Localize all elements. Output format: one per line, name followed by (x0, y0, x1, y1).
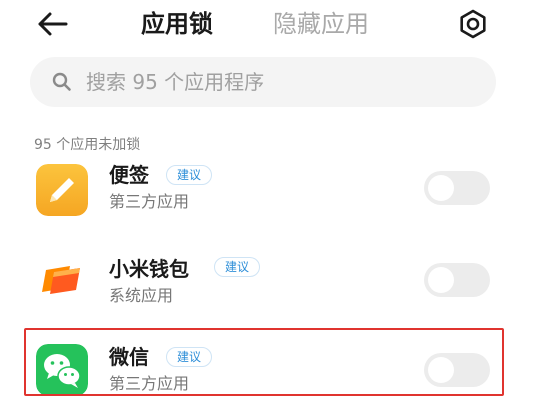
app-lock-screen: 应用锁 隐藏应用 搜索 95 个应用程序 95 个应用未加锁 便签 建议 第三方… (0, 0, 533, 400)
app-name: 便签 (109, 163, 149, 187)
back-arrow-icon (38, 12, 68, 36)
toggle-knob (428, 267, 454, 293)
app-name: 小米钱包 (109, 257, 189, 281)
lock-toggle[interactable] (424, 171, 490, 205)
suggested-badge: 建议 (214, 257, 261, 277)
mi-wallet-app-icon (36, 252, 88, 304)
search-icon (52, 72, 71, 91)
lock-toggle[interactable] (424, 353, 490, 387)
toggle-knob (428, 357, 454, 383)
notes-app-icon (36, 164, 88, 216)
search-placeholder: 搜索 95 个应用程序 (86, 70, 265, 94)
lock-toggle[interactable] (424, 263, 490, 297)
search-input[interactable]: 搜索 95 个应用程序 (30, 57, 496, 107)
app-type: 第三方应用 (109, 374, 190, 393)
settings-icon (460, 9, 486, 39)
app-name: 微信 (109, 345, 149, 369)
settings-button[interactable] (457, 8, 489, 40)
back-button[interactable] (34, 8, 74, 40)
app-row-notes[interactable]: 便签 建议 第三方应用 (30, 158, 500, 224)
app-row-mi-wallet[interactable]: 小米钱包 建议 系统应用 (30, 246, 500, 312)
wechat-app-icon (36, 344, 88, 396)
tab-hidden-apps[interactable]: 隐藏应用 (273, 8, 369, 40)
suggested-badge: 建议 (166, 165, 213, 185)
app-type: 系统应用 (109, 286, 174, 305)
app-type: 第三方应用 (109, 192, 190, 211)
unlocked-apps-count: 95 个应用未加锁 (34, 137, 141, 153)
toggle-knob (428, 175, 454, 201)
tab-app-lock[interactable]: 应用锁 (141, 8, 213, 40)
suggested-badge: 建议 (166, 347, 213, 367)
app-row-wechat[interactable]: 微信 建议 第三方应用 (30, 336, 500, 400)
